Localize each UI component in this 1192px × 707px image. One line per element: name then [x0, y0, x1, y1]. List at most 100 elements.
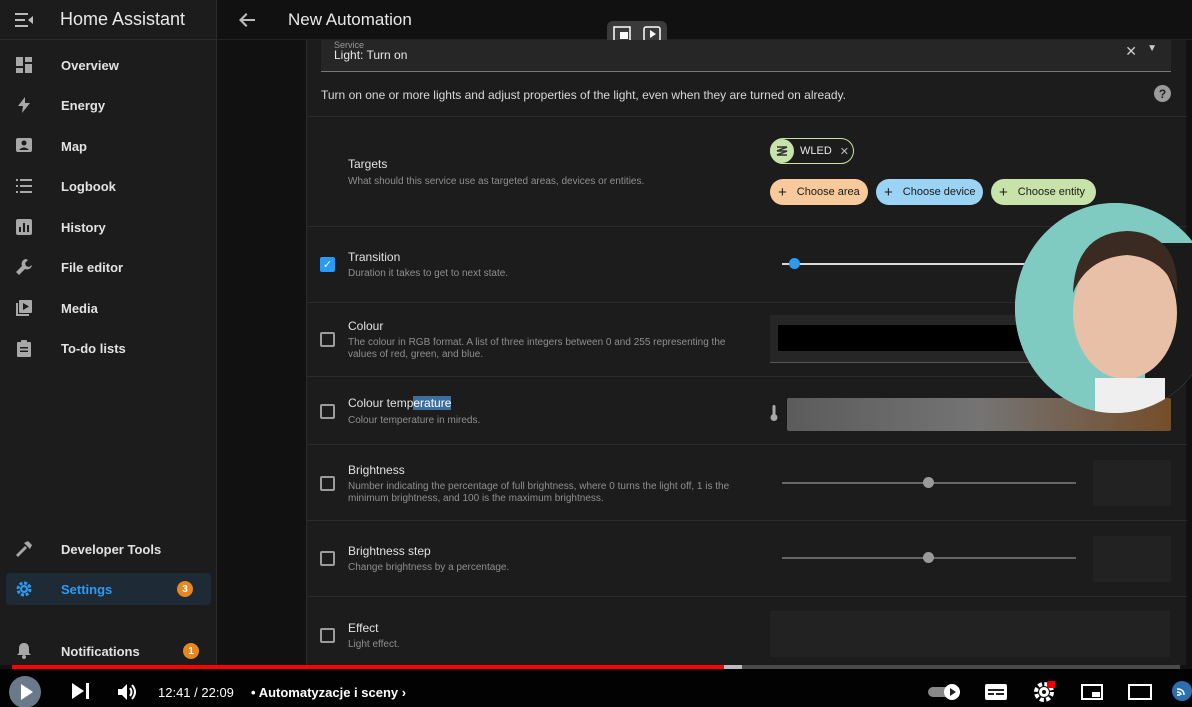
brightness-step-checkbox[interactable] — [320, 551, 335, 566]
sidebar-item-label: File editor — [61, 259, 124, 275]
sidebar-item-label: Media — [61, 300, 98, 316]
subtitles-icon[interactable] — [985, 684, 1007, 705]
target-chip-wled[interactable]: WLED ✕ — [770, 138, 854, 164]
sidebar-item-notifications[interactable]: Notifications 1 — [0, 635, 217, 667]
volume-icon[interactable] — [118, 683, 138, 706]
choose-area-button[interactable]: + Choose area — [770, 179, 868, 205]
sidebar-item-overview[interactable]: Overview — [0, 49, 217, 81]
title-part: Colour temp — [348, 396, 414, 410]
brightness-checkbox[interactable] — [320, 476, 335, 491]
hammer-icon — [0, 541, 48, 557]
notifications-badge: 1 — [183, 643, 199, 659]
remove-chip-icon[interactable]: ✕ — [840, 145, 849, 158]
brightness-step-input[interactable] — [1093, 536, 1171, 582]
sidebar: Home Assistant Overview Energy Map Logbo… — [0, 0, 217, 665]
page-title: New Automation — [288, 9, 412, 29]
effect-row: Effect Light effect. — [307, 596, 1187, 665]
sidebar-item-history[interactable]: History — [0, 211, 217, 243]
dropdown-arrow-icon[interactable]: ▼ — [1147, 43, 1157, 54]
sidebar-item-todo[interactable]: To-do lists — [0, 332, 217, 364]
gear-icon — [6, 581, 42, 597]
brightness-title: Brightness — [348, 463, 405, 477]
transition-slider[interactable] — [782, 263, 1042, 265]
video-time: 12:41 / 22:09 — [158, 685, 234, 700]
sidebar-item-media[interactable]: Media — [0, 292, 217, 324]
clipboard-icon — [0, 339, 48, 357]
sidebar-item-logbook[interactable]: Logbook — [0, 170, 217, 202]
effect-select[interactable] — [770, 611, 1170, 657]
sidebar-item-settings[interactable]: Settings 3 — [6, 573, 211, 605]
selected-text: erature — [413, 396, 452, 410]
transition-description: Duration it takes to get to next state. — [348, 268, 509, 279]
autoplay-toggle[interactable] — [928, 684, 962, 705]
button-label: Choose area — [796, 186, 860, 198]
colour-description: The colour in RGB format. A list of thre… — [348, 337, 726, 360]
transition-slider-handle[interactable] — [789, 258, 800, 269]
plus-icon: + — [778, 183, 787, 201]
dashboard-icon — [0, 57, 48, 73]
transition-checkbox[interactable]: ✓ — [320, 257, 335, 272]
colour-temperature-description: Colour temperature in mireds. — [348, 415, 481, 426]
sidebar-item-map[interactable]: Map — [0, 130, 217, 162]
brightness-description: Number indicating the percentage of full… — [348, 481, 730, 504]
chapter-title[interactable]: • Automatyzacje i sceny › — [251, 685, 406, 700]
button-label: Choose device — [902, 186, 976, 198]
sidebar-header: Home Assistant — [0, 0, 216, 40]
back-arrow-icon[interactable] — [217, 12, 277, 27]
sidebar-item-label: Overview — [61, 57, 119, 73]
effect-checkbox[interactable] — [320, 628, 335, 643]
colour-temperature-title: Colour temperature — [348, 396, 452, 410]
brightness-slider-handle[interactable] — [923, 477, 934, 488]
settings-badge: 3 — [177, 581, 193, 597]
bell-icon — [0, 643, 48, 659]
lightning-icon — [0, 97, 48, 113]
brightness-row: Brightness Number indicating the percent… — [307, 444, 1187, 520]
chip-label: WLED — [800, 145, 832, 157]
miniplayer-toggle-icon[interactable] — [1081, 684, 1103, 705]
settings-gear-icon[interactable] — [1033, 681, 1057, 707]
sidebar-item-file-editor[interactable]: File editor — [0, 251, 217, 283]
sidebar-item-energy[interactable]: Energy — [0, 89, 217, 121]
brightness-step-title: Brightness step — [348, 544, 431, 558]
colour-picker[interactable] — [770, 315, 1030, 363]
list-icon — [0, 179, 48, 193]
next-icon[interactable] — [72, 683, 90, 704]
clear-icon[interactable]: ✕ — [1125, 43, 1137, 60]
help-icon[interactable]: ? — [1154, 85, 1171, 102]
cast-icon[interactable] — [1172, 681, 1192, 706]
media-icon — [0, 300, 48, 316]
sidebar-item-developer-tools[interactable]: Developer Tools — [0, 533, 217, 565]
menu-icon[interactable] — [0, 12, 48, 27]
effect-description: Light effect. — [348, 639, 400, 650]
colour-swatch — [778, 325, 1028, 351]
sidebar-item-label: Developer Tools — [61, 541, 162, 557]
plus-icon: + — [999, 183, 1008, 201]
video-controls: 12:41 / 22:09 • Automatyzacje i sceny › — [0, 669, 1192, 707]
service-select[interactable]: Service Light: Turn on ✕ ▼ — [321, 40, 1171, 72]
wled-icon — [770, 139, 794, 163]
effect-title: Effect — [348, 621, 379, 635]
theater-mode-icon[interactable] — [1128, 684, 1152, 705]
choose-device-button[interactable]: + Choose device — [876, 179, 983, 205]
sidebar-item-label: Logbook — [61, 178, 116, 194]
top-bar: New Automation — [217, 0, 1192, 51]
colour-title: Colour — [348, 319, 384, 333]
chart-icon — [0, 219, 48, 235]
colour-checkbox[interactable] — [320, 332, 335, 347]
colour-temperature-checkbox[interactable] — [320, 404, 335, 419]
button-label: Choose entity — [1017, 186, 1086, 198]
brightness-input[interactable] — [1093, 460, 1171, 506]
chapter-label: Automatyzacje i sceny — [258, 685, 399, 700]
wrench-icon — [0, 259, 48, 275]
targets-row: Targets What should this service use as … — [307, 116, 1187, 226]
service-description: Turn on one or more lights and adjust pr… — [321, 88, 846, 102]
sidebar-item-label: To-do lists — [61, 340, 126, 356]
service-value: Light: Turn on — [334, 48, 408, 62]
brightness-step-slider-handle[interactable] — [923, 552, 934, 563]
choose-entity-button[interactable]: + Choose entity — [991, 179, 1096, 205]
sidebar-item-label: Notifications — [61, 643, 140, 659]
play-icon[interactable] — [8, 675, 42, 707]
thermometer-icon — [770, 405, 778, 426]
brightness-step-row: Brightness step Change brightness by a p… — [307, 520, 1187, 596]
map-icon — [0, 138, 48, 154]
